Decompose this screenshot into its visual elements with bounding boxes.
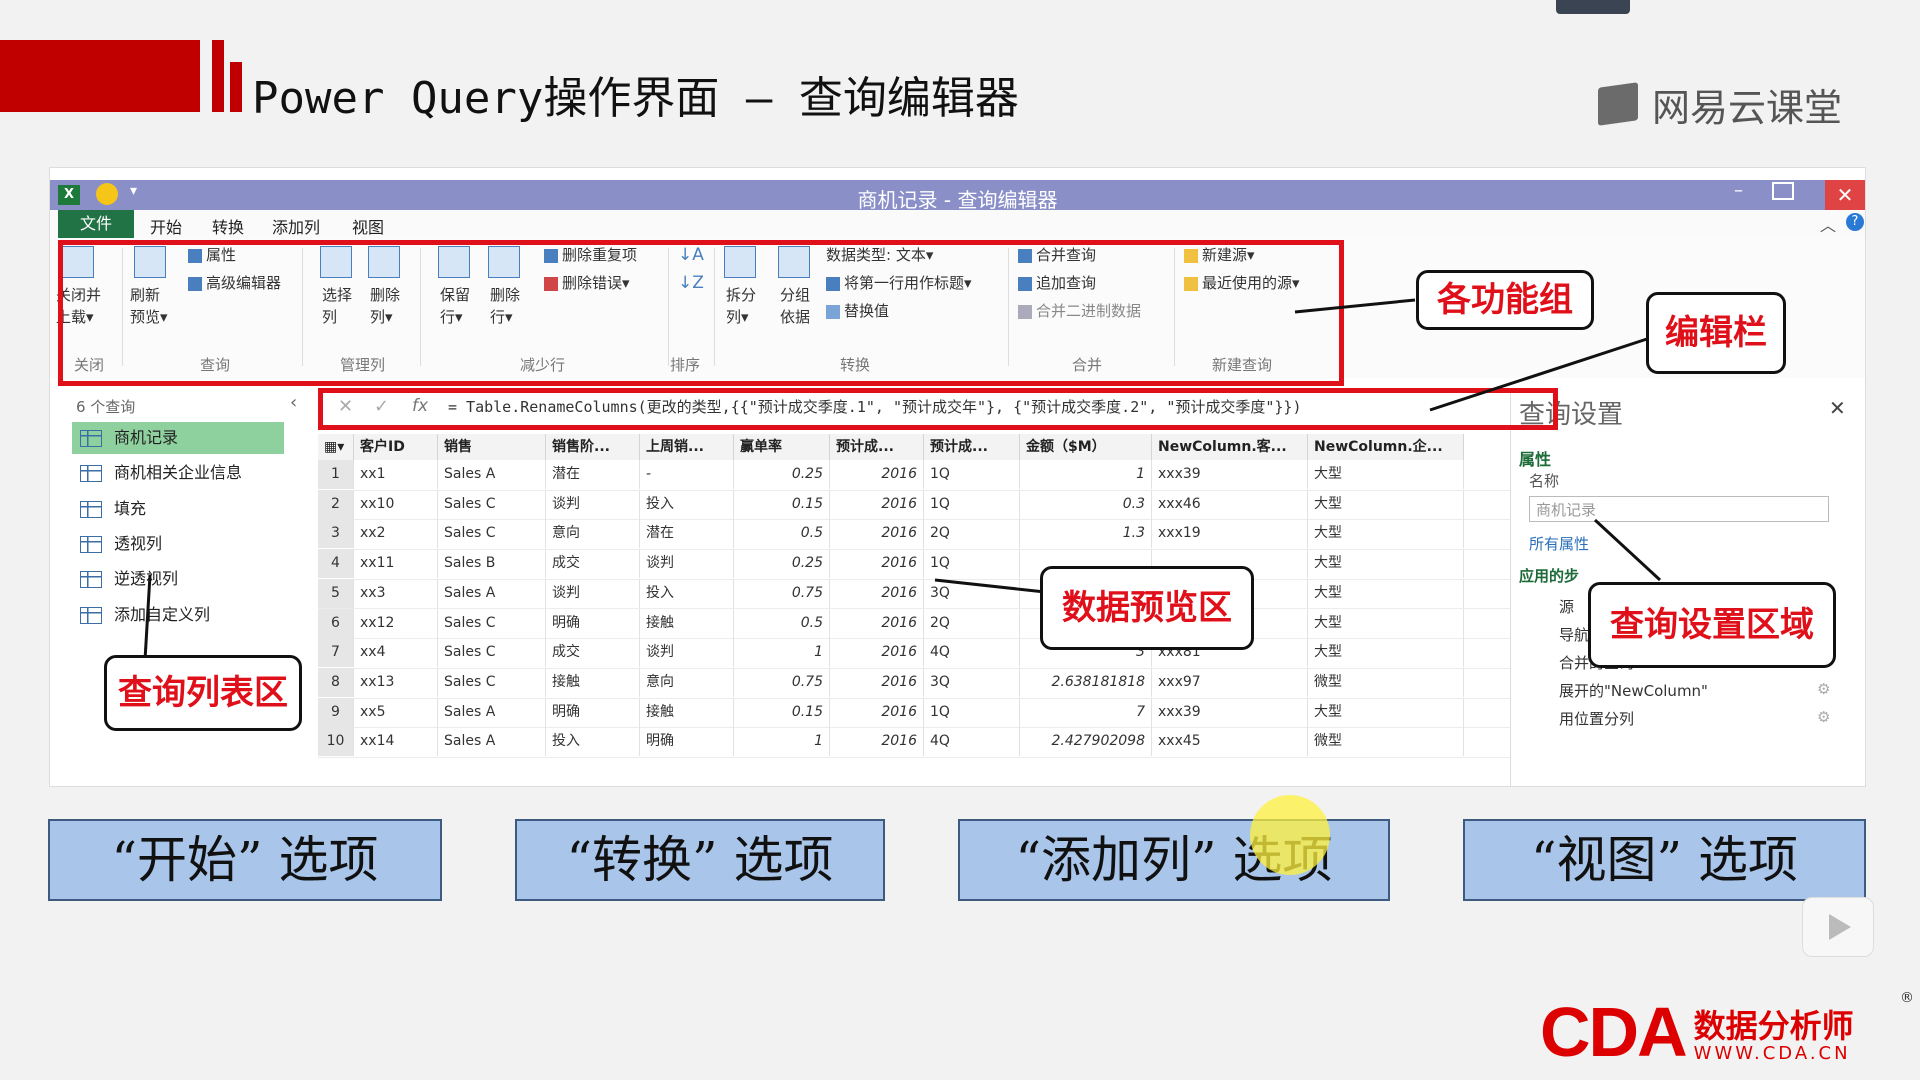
- view-tab-button[interactable]: “视图” 选项: [1463, 819, 1866, 901]
- cda-text: 数据分析师 WWW.CDA.CN: [1694, 1009, 1854, 1064]
- leader-line: [1593, 518, 1662, 582]
- callout-query-settings: 查询设置区域: [1588, 582, 1836, 668]
- play-button[interactable]: [1802, 897, 1874, 957]
- play-icon: [1829, 914, 1851, 940]
- cda-cn: 数据分析师: [1693, 1007, 1854, 1045]
- callout-leaders: [143, 298, 1662, 661]
- registered-mark: ®: [1900, 990, 1914, 1006]
- cda-mark: CDA: [1540, 993, 1688, 1071]
- leader-line: [1429, 336, 1651, 412]
- leader-line: [1294, 298, 1416, 314]
- leader-line: [143, 574, 152, 661]
- callout-formula-bar: 编辑栏: [1646, 292, 1786, 374]
- cursor-highlight: [1250, 795, 1330, 875]
- callout-query-list: 查询列表区: [104, 655, 302, 731]
- transform-tab-button[interactable]: “转换” 选项: [515, 819, 885, 901]
- cda-logo: CDA 数据分析师 WWW.CDA.CN: [1540, 993, 1854, 1071]
- home-tab-button[interactable]: “开始” 选项: [48, 819, 442, 901]
- callout-ribbon: 各功能组: [1416, 270, 1594, 330]
- cda-url: WWW.CDA.CN: [1693, 1043, 1851, 1064]
- leader-line: [934, 578, 1046, 594]
- callout-data-preview: 数据预览区: [1040, 566, 1254, 650]
